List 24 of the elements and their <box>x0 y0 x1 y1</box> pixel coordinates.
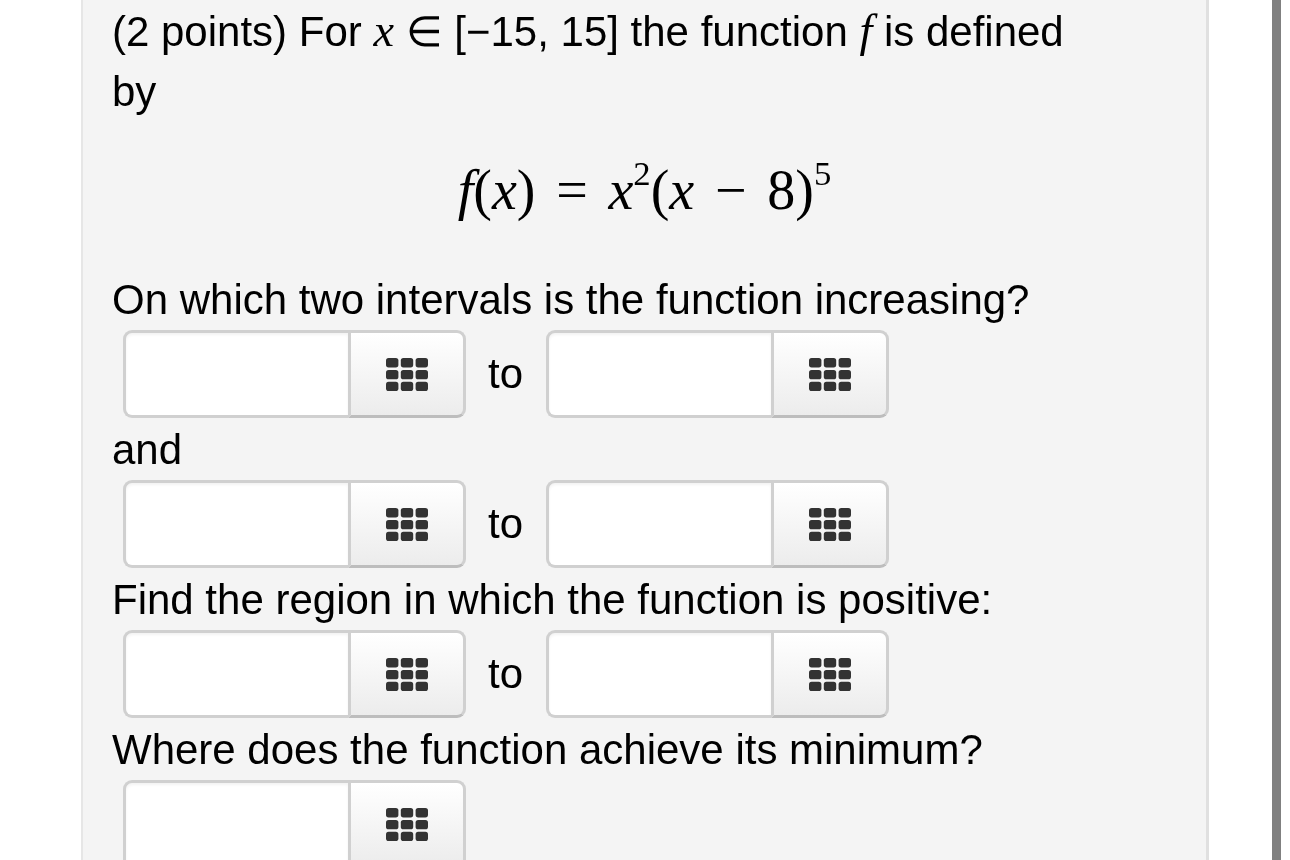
range-joiner-text: to <box>488 349 524 399</box>
keypad-button[interactable] <box>348 480 466 568</box>
question-text: Find the region in which the function is positive: <box>112 575 994 625</box>
question-text: Where does the function achieve its minimum? <box>112 725 984 775</box>
grid-icon <box>386 357 428 391</box>
grid-icon <box>386 657 428 691</box>
keypad-button[interactable] <box>348 330 466 418</box>
grid-icon <box>809 357 852 391</box>
question-text: On which two intervals is the function increasing? <box>112 275 1031 325</box>
grid-icon <box>386 807 428 841</box>
keypad-button[interactable] <box>771 330 890 418</box>
range-joiner-text: to <box>488 499 524 549</box>
range-joiner-text: to <box>488 649 524 699</box>
scrollbar[interactable] <box>1272 0 1281 860</box>
keypad-button[interactable] <box>771 480 890 568</box>
keypad-button[interactable] <box>348 780 466 860</box>
formula-text: f(x) = x$^{2}$(x − 8)$^{5}$ <box>456 160 833 220</box>
keypad-button[interactable] <box>348 630 466 718</box>
question-text: and <box>112 425 184 475</box>
keypad-button[interactable] <box>771 630 890 718</box>
grid-icon <box>809 657 852 691</box>
problem-statement: (2 points) For x ∈ [−15, 15] the function f is defined by <box>112 4 1065 117</box>
grid-icon <box>809 507 852 541</box>
grid-icon <box>386 507 428 541</box>
